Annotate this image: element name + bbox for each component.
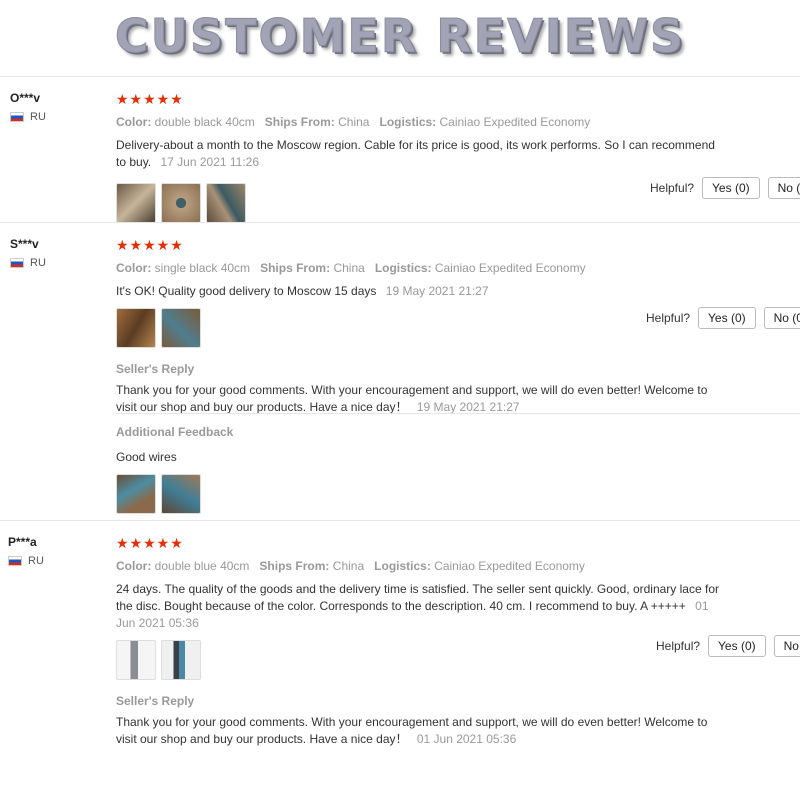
color-value: single black 40cm <box>154 261 251 275</box>
reviewer-info: P***a RU <box>8 535 44 567</box>
color-label: Color: <box>116 261 152 275</box>
russia-flag-icon <box>8 556 22 566</box>
ships-from-label: Ships From: <box>259 559 330 573</box>
review-text-block: It's OK! Quality good delivery to Moscow… <box>116 283 726 300</box>
helpful-vote: Helpful? Yes (0) No (0) <box>656 635 800 657</box>
review-item: S***v RU ★★★★★ Color: single black 40cm … <box>0 222 800 521</box>
helpful-vote: Helpful? Yes (0) No (0) <box>646 307 800 329</box>
review-meta: Color: double black 40cm Ships From: Chi… <box>116 115 726 129</box>
review-text: It's OK! Quality good delivery to Moscow… <box>116 284 377 298</box>
reviewer-country: RU <box>10 111 46 123</box>
sellers-reply-text: Thank you for your good comments. With y… <box>116 383 708 414</box>
review-text-block: Delivery-about a month to the Moscow reg… <box>116 137 726 171</box>
star-rating: ★★★★★ <box>116 535 184 551</box>
section-divider <box>116 413 800 414</box>
russia-flag-icon <box>10 112 24 122</box>
country-code: RU <box>28 555 44 567</box>
review-meta: Color: single black 40cm Ships From: Chi… <box>116 261 726 275</box>
review-photo[interactable] <box>116 640 156 680</box>
reviews-banner: CUSTOMER REVIEWS <box>0 0 800 72</box>
country-code: RU <box>30 111 46 123</box>
vote-no-button[interactable]: No (0) <box>767 177 800 199</box>
star-rating: ★★★★★ <box>116 91 184 107</box>
review-photo[interactable] <box>206 183 246 223</box>
additional-feedback: Additional Feedback Good wires <box>116 425 726 514</box>
helpful-label: Helpful? <box>650 181 695 195</box>
reviewer-info: O***v RU <box>10 91 46 123</box>
helpful-vote: Helpful? Yes (0) No (0) <box>650 177 800 199</box>
vote-yes-button[interactable]: Yes (0) <box>708 635 766 657</box>
review-body: ★★★★★ Color: double blue 40cm Ships From… <box>116 535 728 748</box>
additional-feedback-label: Additional Feedback <box>116 425 234 439</box>
ships-from-label: Ships From: <box>260 261 331 275</box>
review-text-block: 24 days. The quality of the goods and th… <box>116 581 728 632</box>
color-value: double blue 40cm <box>154 559 250 573</box>
vote-yes-button[interactable]: Yes (0) <box>702 177 760 199</box>
reviewer-name: O***v <box>10 91 41 105</box>
reviewer-name: P***a <box>8 535 37 549</box>
review-photo[interactable] <box>161 474 201 514</box>
review-body: ★★★★★ Color: single black 40cm Ships Fro… <box>116 237 726 416</box>
ships-from-value: China <box>333 261 365 275</box>
review-photos <box>116 640 728 680</box>
star-rating: ★★★★★ <box>116 237 184 253</box>
helpful-label: Helpful? <box>646 311 691 325</box>
sellers-reply-block: Thank you for your good comments. With y… <box>116 382 726 416</box>
sellers-reply-label: Seller's Reply <box>116 694 195 708</box>
banner-title: CUSTOMER REVIEWS <box>114 9 686 64</box>
reviewer-country: RU <box>10 257 46 269</box>
review-photo[interactable] <box>161 640 201 680</box>
helpful-label: Helpful? <box>656 639 701 653</box>
review-meta: Color: double blue 40cm Ships From: Chin… <box>116 559 728 573</box>
review-photo[interactable] <box>161 308 201 348</box>
sellers-reply-label: Seller's Reply <box>116 362 195 376</box>
sellers-reply-block: Thank you for your good comments. With y… <box>116 714 728 748</box>
logistics-value: Cainiao Expedited Economy <box>434 559 585 573</box>
sellers-reply-date: 19 May 2021 21:27 <box>416 400 520 414</box>
color-label: Color: <box>116 115 152 129</box>
color-label: Color: <box>116 559 152 573</box>
review-date: 19 May 2021 21:27 <box>385 284 489 298</box>
logistics-value: Cainiao Expedited Economy <box>439 115 591 129</box>
review-date: 17 Jun 2021 11:26 <box>160 155 260 169</box>
ships-from-label: Ships From: <box>264 115 335 129</box>
review-item: O***v RU ★★★★★ Color: double black 40cm … <box>0 76 800 223</box>
vote-no-button[interactable]: No (0) <box>773 635 800 657</box>
logistics-label: Logistics: <box>374 261 432 275</box>
review-photo[interactable] <box>161 183 201 223</box>
logistics-label: Logistics: <box>374 559 431 573</box>
vote-yes-button[interactable]: Yes (0) <box>698 307 756 329</box>
logistics-value: Cainiao Expedited Economy <box>434 261 586 275</box>
sellers-reply-date: 01 Jun 2021 05:36 <box>416 732 517 746</box>
reviewer-country: RU <box>8 555 44 567</box>
review-photos <box>116 308 726 348</box>
sellers-reply-text: Thank you for your good comments. With y… <box>116 715 708 746</box>
review-photo[interactable] <box>116 474 156 514</box>
vote-no-button[interactable]: No (0) <box>763 307 800 329</box>
country-code: RU <box>30 257 46 269</box>
additional-feedback-text: Good wires <box>116 450 177 464</box>
logistics-label: Logistics: <box>379 115 437 129</box>
review-photo[interactable] <box>116 308 156 348</box>
review-photos <box>116 183 726 223</box>
russia-flag-icon <box>10 258 24 268</box>
reviewer-info: S***v RU <box>10 237 46 269</box>
ships-from-value: China <box>332 559 365 573</box>
ships-from-value: China <box>338 115 370 129</box>
color-value: double black 40cm <box>154 115 255 129</box>
reviewer-name: S***v <box>10 237 39 251</box>
review-photo[interactable] <box>116 183 156 223</box>
additional-photos <box>116 474 726 514</box>
review-item: P***a RU ★★★★★ Color: double blue 40cm S… <box>0 520 800 751</box>
review-text: 24 days. The quality of the goods and th… <box>116 582 719 613</box>
review-body: ★★★★★ Color: double black 40cm Ships Fro… <box>116 91 726 223</box>
